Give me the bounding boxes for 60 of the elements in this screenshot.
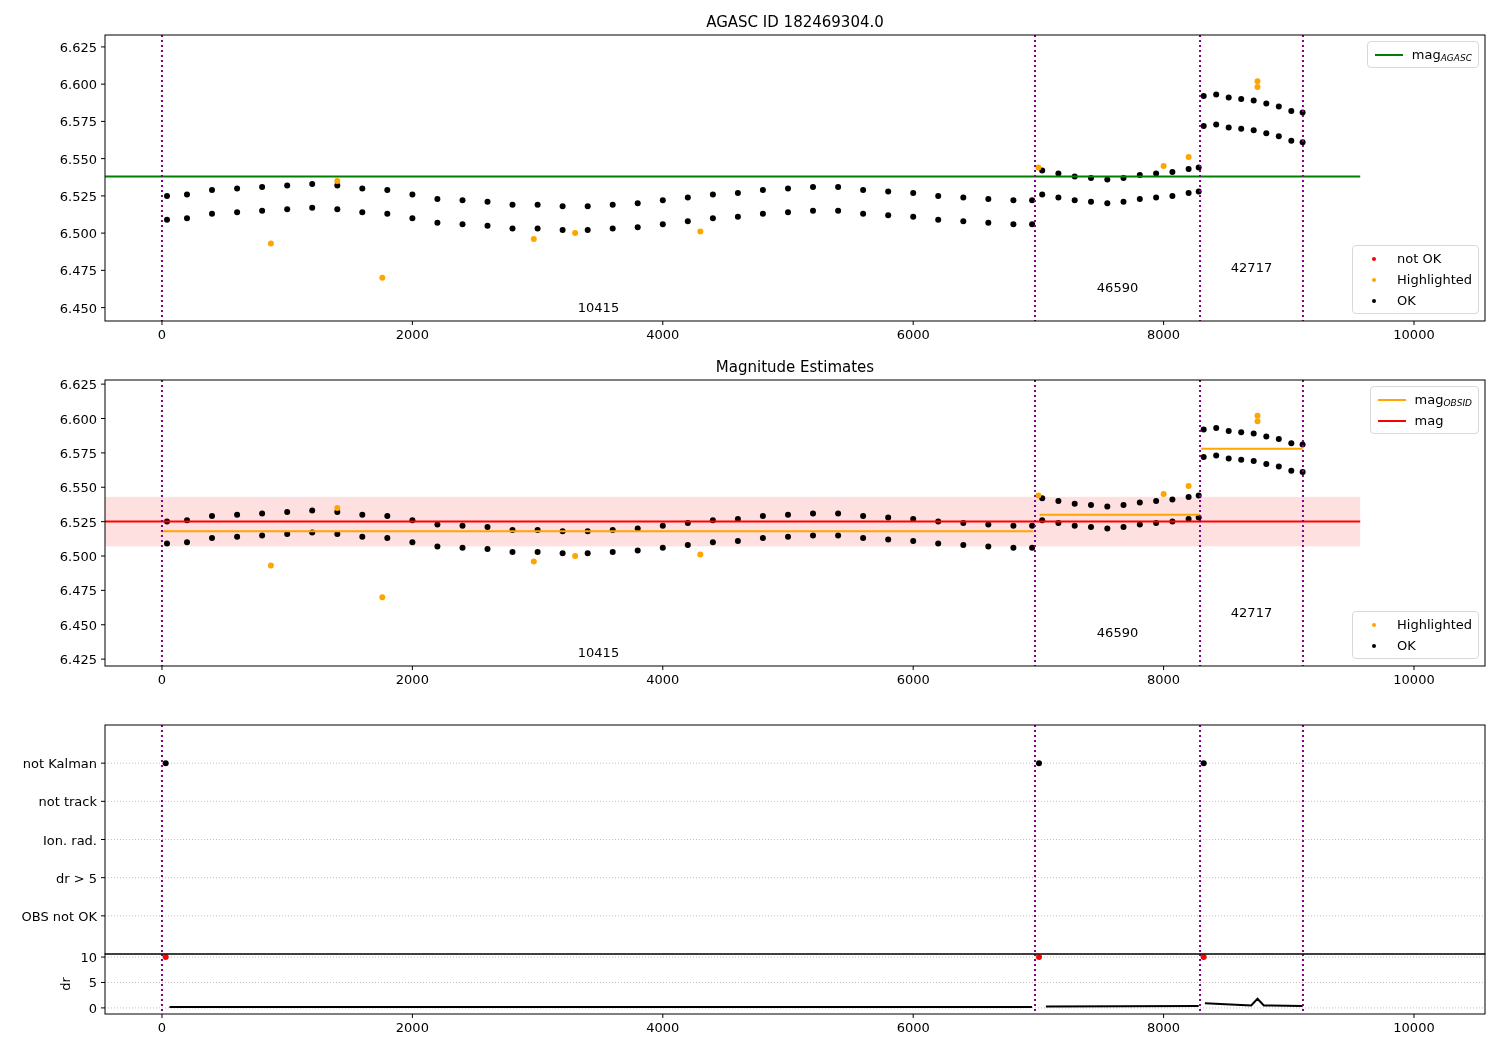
tick-label: 6.575 [59, 445, 97, 461]
chart-title: Magnitude Estimates [715, 358, 875, 376]
tick-label: 2000 [395, 1020, 429, 1035]
tick-label: 6.475 [59, 583, 97, 599]
tick-label: 8000 [1147, 672, 1181, 687]
legend-label: mag$_{AGASC}$ [1411, 46, 1472, 65]
tick-label: 6.550 [59, 151, 97, 167]
tick-label: 4000 [646, 1020, 680, 1035]
legend-label: OK [1397, 637, 1416, 655]
tick-label: 6000 [896, 327, 930, 342]
tick-label: 6.475 [59, 263, 97, 279]
tick-label: 0 [157, 1020, 167, 1035]
tick-label: 6.575 [59, 114, 97, 130]
tick-label: 2000 [395, 327, 429, 342]
tick-label: not track [38, 794, 97, 810]
legend-label: not OK [1397, 250, 1442, 268]
tick-label: dr > 5 [55, 870, 97, 886]
tick-label: 6.500 [59, 549, 97, 564]
tick-label: 6.500 [59, 226, 97, 242]
tick-label: 4000 [646, 327, 680, 342]
tick-label: Ion. rad. [43, 832, 97, 848]
tick-label: 2000 [395, 672, 429, 687]
tick-label: 6.600 [59, 77, 97, 93]
tick-label: 8000 [1147, 327, 1181, 342]
tick-label: OBS not OK [21, 908, 97, 924]
legend-label: OK [1397, 292, 1416, 310]
tick-label: 6.450 [59, 617, 97, 633]
legend-label: mag [1414, 412, 1444, 430]
tick-label: 10000 [1393, 1020, 1435, 1035]
tick-label: not Kalman [22, 756, 97, 772]
tick-label: 8000 [1147, 1020, 1181, 1035]
tick-label: 5 [88, 975, 97, 991]
tick-label: 6.525 [59, 514, 97, 530]
legend-label: mag$_{OBSID}$ [1414, 391, 1472, 410]
annotation-label: 10415 [577, 300, 620, 315]
annotation-label: 46590 [1096, 625, 1139, 640]
tick-label: 0 [157, 672, 167, 687]
tick-label: 6.450 [59, 300, 97, 316]
tick-label: 0 [88, 1000, 97, 1016]
tick-label: 0 [157, 327, 167, 342]
tick-label: 6.525 [59, 188, 97, 204]
tick-label: 6.625 [59, 377, 97, 393]
tick-label: 10000 [1393, 327, 1435, 342]
legend-label: Highlighted [1397, 271, 1472, 289]
annotation-label: 46590 [1096, 280, 1139, 295]
tick-label: 6.550 [59, 480, 97, 496]
axis-label: dr [58, 977, 73, 991]
chart-title: AGASC ID 182469304.0 [706, 13, 884, 31]
tick-label: 6.425 [59, 652, 97, 668]
tick-label: 4000 [646, 672, 680, 687]
tick-label: 10000 [1393, 672, 1435, 687]
tick-label: 6000 [896, 1020, 930, 1035]
annotation-label: 42717 [1230, 260, 1273, 275]
annotation-label: 42717 [1230, 605, 1273, 620]
annotation-label: 10415 [577, 645, 620, 660]
tick-label: 6.600 [59, 411, 97, 427]
legend-label: Highlighted [1397, 616, 1472, 634]
tick-label: 6000 [896, 672, 930, 687]
tick-label: 6.625 [59, 39, 97, 55]
tick-label: 10 [80, 950, 97, 966]
